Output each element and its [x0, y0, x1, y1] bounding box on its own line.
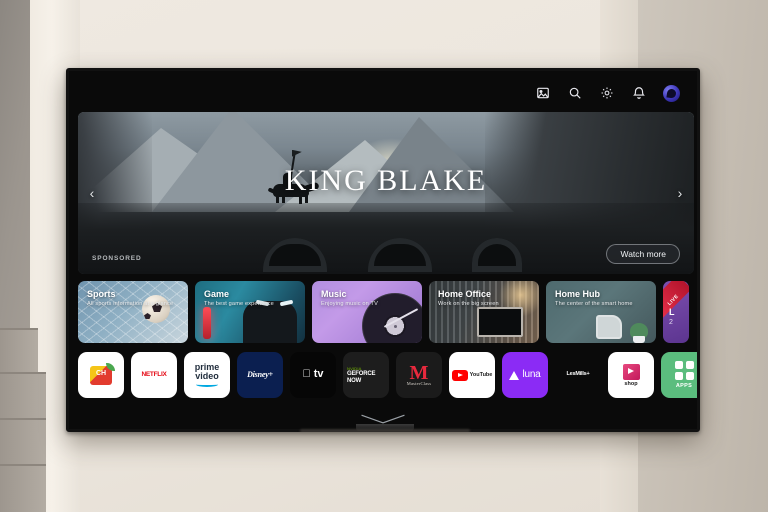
plant-pot-graphic: [633, 336, 645, 343]
profile-avatar[interactable]: [663, 84, 680, 102]
app-icon-prime-video[interactable]: prime video: [184, 352, 230, 398]
tv-top-bar: [69, 71, 697, 115]
category-card-home-hub[interactable]: Home Hub The center of the smart home: [546, 281, 656, 343]
app-icon-luna[interactable]: luna: [502, 352, 548, 398]
category-card-row: Sports All sports information at a glanc…: [78, 281, 697, 343]
luna-triangle-icon: [509, 370, 520, 380]
app-icon-channels[interactable]: [78, 352, 124, 398]
category-subtitle: The best game experience: [204, 301, 274, 307]
category-card-music[interactable]: Music Enjoying music on TV: [312, 281, 422, 343]
hero-banner[interactable]: KING BLAKE SPONSORED Watch more ‹ ›: [78, 112, 694, 274]
app-label: video: [195, 370, 219, 381]
stone-ruins: [78, 202, 694, 274]
monitor-graphic: [477, 307, 523, 337]
app-icon-youtube[interactable]: YouTube: [449, 352, 495, 398]
app-label: NETFLIX: [141, 370, 167, 378]
app-label: YouTube: [469, 372, 493, 378]
app-icon-apple-tv[interactable]:  tv: [290, 352, 336, 398]
category-subtitle: Enjoying music on TV: [321, 301, 378, 307]
category-card-live-partial[interactable]: LIVE L 2: [663, 281, 689, 343]
category-title: Sports: [87, 289, 116, 299]
app-icon-apps[interactable]: APPS: [661, 352, 697, 398]
app-label: GEFORCE NOW: [347, 370, 376, 384]
settings-gear-icon[interactable]: [599, 86, 614, 101]
staircase: [0, 322, 46, 512]
category-card-game[interactable]: Game The best game experience: [195, 281, 305, 343]
hero-title: KING BLAKE: [284, 164, 488, 197]
app-icon-geforce-now[interactable]: NVIDIA GEFORCE NOW: [343, 352, 389, 398]
app-label: APPS: [675, 383, 693, 389]
tv-base-shadow: [300, 429, 470, 433]
gaming-chair-graphic: [243, 301, 297, 343]
app-label: Disney+: [247, 369, 273, 379]
watch-more-button[interactable]: Watch more: [606, 244, 680, 264]
category-card-sports[interactable]: Sports All sports information at a glanc…: [78, 281, 188, 343]
live-badge: LIVE: [663, 281, 689, 319]
armchair-graphic: [596, 315, 622, 339]
category-subtitle: 2: [669, 319, 673, 326]
category-title: L: [669, 307, 675, 317]
app-label: shop: [624, 380, 638, 387]
category-subtitle: Work on the big screen: [438, 301, 499, 307]
masterclass-m-icon: M: [409, 361, 429, 384]
app-icon-netflix[interactable]: NETFLIX: [131, 352, 177, 398]
category-subtitle: All sports information at a glance: [87, 301, 174, 307]
app-icon-masterclass[interactable]: M MasterClass: [396, 352, 442, 398]
media-picture-icon[interactable]: [535, 86, 550, 101]
prime-smile-icon: [195, 382, 218, 388]
app-icon-row: NETFLIX prime video Disney+  tv NVIDIA …: [78, 352, 697, 398]
app-icon-disney-plus[interactable]: Disney+: [237, 352, 283, 398]
category-title: Music: [321, 289, 347, 299]
category-card-home-office[interactable]: Home Office Work on the big screen: [429, 281, 539, 343]
app-label: MasterClass: [406, 380, 432, 386]
rgb-lamp-graphic: [203, 307, 211, 339]
carousel-prev-icon[interactable]: ‹: [84, 182, 100, 204]
apps-grid-icon: [674, 361, 694, 380]
television-screen: KING BLAKE SPONSORED Watch more ‹ › Spor…: [66, 68, 700, 432]
youtube-play-icon: [451, 369, 468, 381]
sponsored-label: SPONSORED: [92, 255, 142, 262]
shop-bag-icon: [622, 363, 640, 380]
app-label: luna: [522, 368, 541, 380]
app-icon-shop[interactable]: shop: [608, 352, 654, 398]
app-label: LesMills+: [566, 371, 590, 378]
category-title: Home Office: [438, 289, 492, 299]
carousel-next-icon[interactable]: ›: [672, 182, 688, 204]
category-title: Home Hub: [555, 289, 600, 299]
app-label:  tv: [302, 368, 323, 381]
category-subtitle: The center of the smart home: [555, 301, 633, 307]
search-icon[interactable]: [567, 86, 582, 101]
notification-bell-icon[interactable]: [631, 86, 646, 101]
soccer-ball-icon: [142, 295, 170, 323]
app-icon-lesmills-plus[interactable]: LesMills+: [555, 352, 601, 398]
category-title: Game: [204, 289, 230, 299]
